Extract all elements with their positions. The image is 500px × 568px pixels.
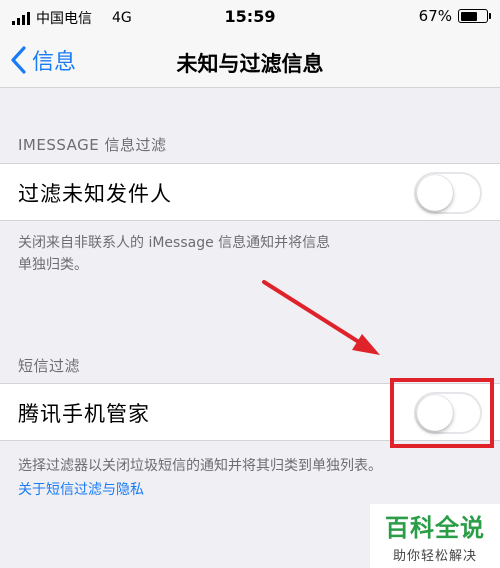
watermark-logo: 百科全说 助你轻松解决 [370, 504, 500, 568]
annotation-highlight-box [390, 378, 494, 448]
annotation-arrow-icon [262, 280, 380, 355]
watermark-slogan: 助你轻松解决 [392, 549, 477, 564]
watermark-brand: 百科全说 [385, 514, 485, 542]
